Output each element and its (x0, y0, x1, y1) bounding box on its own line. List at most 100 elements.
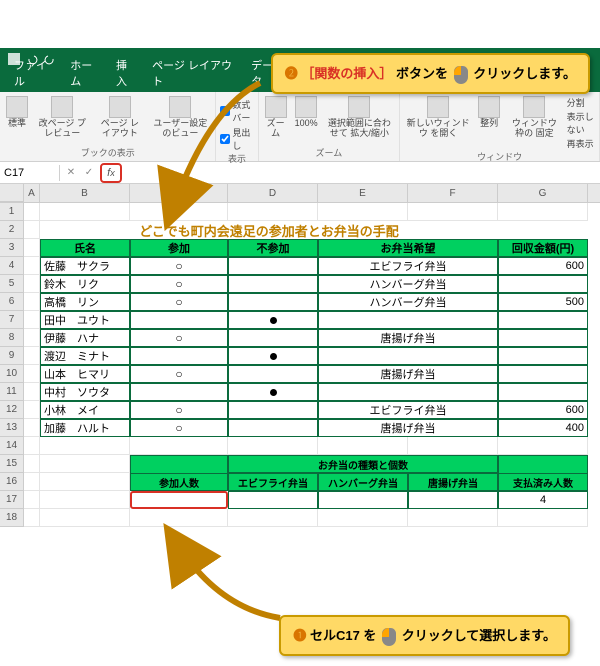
row-header[interactable]: 7 (0, 311, 24, 329)
row-header[interactable]: 9 (0, 347, 24, 365)
cell-absent[interactable] (228, 419, 318, 437)
row-header[interactable]: 8 (0, 329, 24, 347)
zoomsel-button[interactable]: 選択範囲に合わせて 拡大/縮小 (324, 94, 396, 141)
cell-amount[interactable] (498, 365, 588, 383)
cell-amount[interactable]: 400 (498, 419, 588, 437)
row-header[interactable]: 3 (0, 239, 24, 257)
cell-amount[interactable] (498, 275, 588, 293)
cell-attend[interactable]: ○ (130, 293, 228, 311)
cell-amount[interactable] (498, 347, 588, 365)
col-header[interactable]: G (498, 184, 588, 202)
pagebreak-button[interactable]: 改ページ プレビュー (34, 94, 90, 141)
cell[interactable] (228, 491, 318, 509)
cell-attend[interactable]: ○ (130, 365, 228, 383)
row-header[interactable]: 6 (0, 293, 24, 311)
cell-absent[interactable] (228, 329, 318, 347)
cell-absent[interactable] (228, 275, 318, 293)
col-header[interactable]: F (408, 184, 498, 202)
cell-paid-value[interactable]: 4 (498, 491, 588, 509)
cell-bento[interactable]: 唐揚げ弁当 (318, 329, 498, 347)
row-header[interactable]: 5 (0, 275, 24, 293)
row-header[interactable]: 2 (0, 221, 24, 239)
cell-name[interactable]: 伊藤 ハナ (40, 329, 130, 347)
row-header[interactable]: 18 (0, 509, 24, 527)
tab-file[interactable]: ファイル (6, 54, 62, 92)
row-header[interactable]: 13 (0, 419, 24, 437)
cell-attend[interactable]: ○ (130, 419, 228, 437)
pagelayout-button[interactable]: ページ レイアウト (94, 94, 145, 141)
cancel-icon[interactable]: ✕ (64, 166, 78, 180)
cell-attend[interactable] (130, 383, 228, 401)
cell-absent[interactable] (228, 293, 318, 311)
cell-bento[interactable]: 唐揚げ弁当 (318, 365, 498, 383)
cell-attend[interactable]: ○ (130, 401, 228, 419)
cell[interactable] (408, 491, 498, 509)
cell-name[interactable]: 佐藤 サクラ (40, 257, 130, 275)
cell-absent[interactable] (228, 311, 318, 329)
cell-absent[interactable] (228, 257, 318, 275)
normal-view-button[interactable]: 標準 (4, 94, 30, 131)
cell-c17-selected[interactable] (130, 491, 228, 509)
tab-insert[interactable]: 挿入 (108, 54, 144, 92)
cell[interactable] (318, 491, 408, 509)
cell-bento[interactable] (318, 347, 498, 365)
cell-name[interactable]: 高橋 リン (40, 293, 130, 311)
cell-name[interactable]: 鈴木 リク (40, 275, 130, 293)
cell-name[interactable]: 山本 ヒマリ (40, 365, 130, 383)
cell-amount[interactable] (498, 311, 588, 329)
row-header[interactable]: 10 (0, 365, 24, 383)
worksheet[interactable]: A B C D E F G 1 2 どこでも町内会遠足の参加者とお弁当の手配 3… (0, 184, 600, 527)
cell-bento[interactable]: ハンバーグ弁当 (318, 293, 498, 311)
cell-bento[interactable]: 唐揚げ弁当 (318, 419, 498, 437)
col-header[interactable]: E (318, 184, 408, 202)
cell-bento[interactable] (318, 311, 498, 329)
cell-attend[interactable]: ○ (130, 275, 228, 293)
arrow-to-fx (150, 78, 270, 233)
cell-attend[interactable]: ○ (130, 329, 228, 347)
cell-amount[interactable]: 500 (498, 293, 588, 311)
row-header[interactable]: 4 (0, 257, 24, 275)
arrange-button[interactable]: 整列 (476, 94, 502, 131)
cell-amount[interactable] (498, 383, 588, 401)
unhide-button[interactable]: 再表示 (567, 137, 595, 150)
cell-absent[interactable] (228, 347, 318, 365)
split-button[interactable]: 分割 (567, 96, 595, 109)
freeze-button[interactable]: ウィンドウ枠の 固定 (506, 94, 563, 141)
row-header[interactable]: 15 (0, 455, 24, 473)
cell-bento[interactable]: ハンバーグ弁当 (318, 275, 498, 293)
cell-name[interactable]: 中村 ソウタ (40, 383, 130, 401)
row-header[interactable]: 12 (0, 401, 24, 419)
cell-amount[interactable]: 600 (498, 257, 588, 275)
enter-icon[interactable]: ✓ (82, 166, 96, 180)
cell-amount[interactable] (498, 329, 588, 347)
tab-home[interactable]: ホーム (62, 54, 108, 92)
zoom100-button[interactable]: 100% (293, 94, 320, 131)
cell-name[interactable]: 小林 メイ (40, 401, 130, 419)
cell-absent[interactable] (228, 365, 318, 383)
cell-attend[interactable]: ○ (130, 257, 228, 275)
cell-absent[interactable] (228, 401, 318, 419)
cell-name[interactable]: 加藤 ハルト (40, 419, 130, 437)
row-header[interactable]: 1 (0, 203, 24, 221)
cell-absent[interactable] (228, 383, 318, 401)
mouse-icon (454, 66, 468, 84)
cell-bento[interactable]: エビフライ弁当 (318, 401, 498, 419)
row-header[interactable]: 17 (0, 491, 24, 509)
row-header[interactable]: 11 (0, 383, 24, 401)
hide-button[interactable]: 表示しない (567, 110, 595, 136)
newwindow-button[interactable]: 新しいウィンドウ を開く (404, 94, 472, 141)
cell-amount[interactable]: 600 (498, 401, 588, 419)
cell-name[interactable]: 田中 ユウト (40, 311, 130, 329)
select-all-corner[interactable] (0, 184, 24, 202)
row-header[interactable]: 16 (0, 473, 24, 491)
cell-bento[interactable] (318, 383, 498, 401)
cell-attend[interactable] (130, 347, 228, 365)
row-header[interactable]: 14 (0, 437, 24, 455)
cell-bento[interactable]: エビフライ弁当 (318, 257, 498, 275)
cell-name[interactable]: 渡辺 ミナト (40, 347, 130, 365)
cell-attend[interactable] (130, 311, 228, 329)
name-box[interactable] (0, 165, 60, 181)
insert-function-button[interactable]: fx (100, 163, 122, 183)
col-header[interactable]: A (24, 184, 40, 202)
col-header[interactable]: B (40, 184, 130, 202)
